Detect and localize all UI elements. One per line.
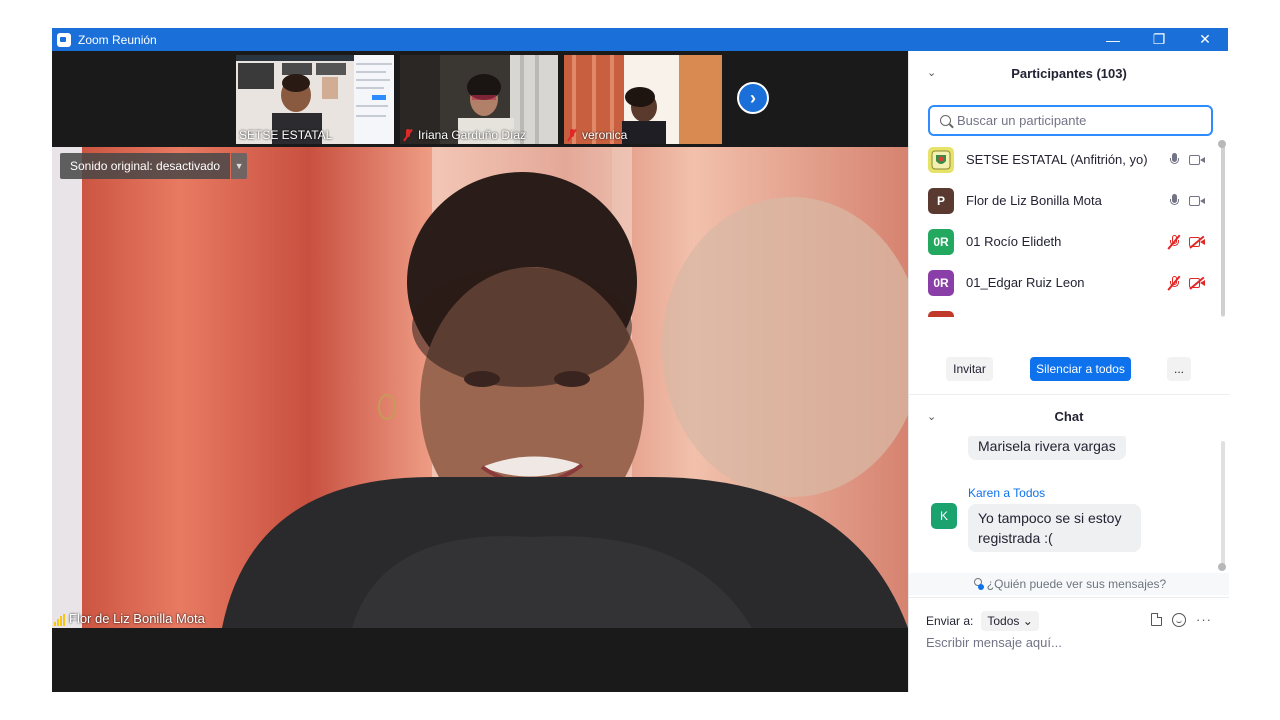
host-logo-avatar — [928, 146, 954, 173]
avatar: K — [931, 503, 957, 529]
participants-header: Participantes (103) — [1011, 65, 1127, 81]
close-icon[interactable]: ✕ — [1182, 28, 1228, 51]
seal-icon — [931, 150, 951, 169]
participant-scrollbar[interactable] — [1221, 141, 1225, 317]
speaker-video-image — [52, 147, 908, 628]
video-off-icon[interactable] — [1189, 236, 1206, 248]
signal-strength-icon — [54, 614, 65, 626]
active-speaker-video: Sonido original: desactivado ▼ Flor de L… — [52, 147, 908, 628]
mic-muted-icon — [403, 129, 413, 141]
microphone-icon[interactable] — [1169, 152, 1179, 167]
video-off-icon[interactable] — [1189, 277, 1206, 289]
restore-icon[interactable]: ❐ — [1136, 28, 1182, 51]
original-sound-label[interactable]: Sonido original: desactivado — [60, 153, 231, 179]
participant-search[interactable] — [928, 105, 1213, 136]
speaker-name-label: Flor de Liz Bonilla Mota — [54, 611, 205, 626]
video-thumbnail[interactable]: SETSE ESTATAL — [236, 55, 394, 144]
participant-list: SETSE ESTATAL (Anfitrión, yo) P Flor de … — [909, 139, 1219, 317]
chevron-down-icon[interactable]: ▼ — [231, 153, 248, 179]
zoom-window: Zoom Reunión — ❐ ✕ SETSE ESTATAL Iriana … — [52, 28, 1229, 692]
send-to-row: Enviar a: Todos ⌄ — [926, 611, 1039, 631]
mute-all-button[interactable]: Silenciar a todos — [1030, 357, 1131, 381]
scroll-handle[interactable] — [1218, 140, 1226, 148]
emoji-icon[interactable] — [1172, 612, 1186, 627]
participant-row[interactable]: SETSE ESTATAL (Anfitrión, yo) — [909, 139, 1219, 180]
minimize-icon[interactable]: — — [1090, 28, 1136, 51]
chevron-down-icon: ⌄ — [1022, 614, 1033, 628]
chat-tools: ··· — [1151, 612, 1212, 627]
thumbnail-name: Iriana Garduño Díaz — [403, 128, 526, 142]
file-icon[interactable] — [1151, 612, 1163, 626]
next-page-arrow-icon[interactable]: › — [737, 82, 769, 114]
microphone-muted-icon[interactable] — [1169, 234, 1179, 249]
video-thumbnail[interactable]: Iriana Garduño Díaz — [400, 55, 558, 144]
participant-row[interactable]: 0R 01_Edgar Ruiz Leon — [909, 262, 1219, 303]
video-camera-icon[interactable] — [1189, 195, 1206, 207]
participant-name: 01 Rocío Elideth — [966, 234, 1062, 249]
search-input[interactable] — [957, 113, 1197, 128]
avatar: P — [928, 187, 954, 214]
divider — [909, 597, 1229, 598]
send-to-label: Enviar a: — [926, 614, 974, 628]
avatar: 0R — [928, 228, 954, 255]
chat-message-input[interactable] — [926, 635, 1216, 650]
chat-header: Chat — [1054, 408, 1084, 424]
mic-muted-icon — [567, 129, 577, 141]
user-visibility-icon — [972, 578, 984, 590]
participant-actions: Invitar Silenciar a todos ... — [909, 357, 1229, 383]
chat-messages: Marisela rivera vargas Karen a Todos K Y… — [909, 436, 1219, 571]
video-camera-icon[interactable] — [1189, 154, 1206, 166]
participant-row[interactable]: 0R 01 Rocío Elideth — [909, 221, 1219, 262]
video-area: SETSE ESTATAL Iriana Garduño Díaz veroni… — [52, 51, 908, 692]
chat-sender: Karen a Todos — [968, 486, 1046, 500]
thumbnail-name: veronica — [567, 128, 627, 142]
video-thumbnail[interactable]: veronica — [564, 55, 722, 144]
invite-button[interactable]: Invitar — [946, 357, 993, 381]
side-panel: ⌄ Participantes (103) SETSE ESTATAL (Anf… — [908, 51, 1229, 692]
who-can-see-messages[interactable]: ¿Quién puede ver sus mensajes? — [909, 573, 1229, 595]
title-bar: Zoom Reunión — ❐ ✕ — [52, 28, 1228, 51]
participant-row-partial[interactable] — [909, 303, 1219, 317]
participant-name: 01_Edgar Ruiz Leon — [966, 275, 1085, 290]
thumbnail-strip: SETSE ESTATAL Iriana Garduño Díaz veroni… — [52, 51, 908, 147]
avatar — [928, 310, 954, 317]
participant-name: SETSE ESTATAL (Anfitrión, yo) — [966, 152, 1148, 167]
divider — [909, 394, 1229, 395]
search-icon — [940, 115, 951, 126]
scroll-handle[interactable] — [1218, 563, 1226, 571]
participant-row[interactable]: P Flor de Liz Bonilla Mota — [909, 180, 1219, 221]
original-sound-toggle[interactable]: Sonido original: desactivado ▼ — [60, 153, 248, 179]
more-options-button[interactable]: ... — [1167, 357, 1191, 381]
microphone-icon[interactable] — [1169, 193, 1179, 208]
zoom-app-icon — [57, 32, 71, 47]
thumbnail-name: SETSE ESTATAL — [239, 128, 333, 142]
send-to-dropdown[interactable]: Todos ⌄ — [981, 611, 1039, 631]
chat-message: Yo tampoco se si estoy registrada :( — [968, 504, 1141, 552]
window-controls: — ❐ ✕ — [1090, 28, 1228, 51]
more-horizontal-icon[interactable]: ··· — [1196, 612, 1212, 627]
avatar: 0R — [928, 269, 954, 296]
window-title: Zoom Reunión — [78, 32, 157, 47]
participant-name: Flor de Liz Bonilla Mota — [966, 193, 1102, 208]
microphone-muted-icon[interactable] — [1169, 275, 1179, 290]
chat-message: Marisela rivera vargas — [968, 436, 1126, 460]
chat-scrollbar[interactable] — [1221, 441, 1225, 569]
